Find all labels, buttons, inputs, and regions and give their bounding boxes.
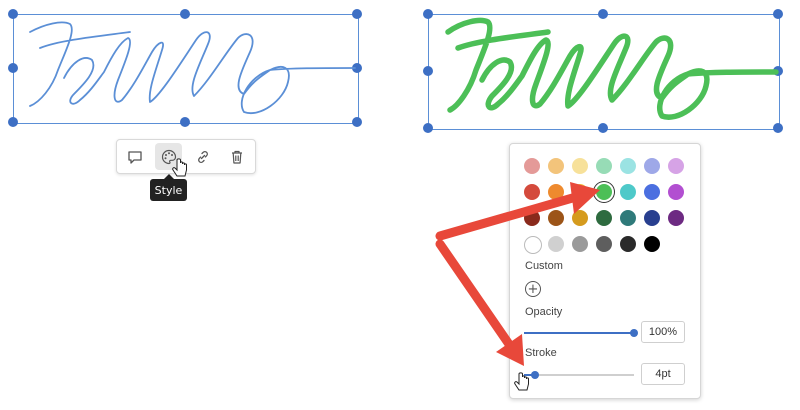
color-swatch[interactable] (596, 236, 612, 252)
color-swatch[interactable] (620, 184, 636, 200)
color-swatch[interactable] (620, 236, 636, 252)
trash-icon (231, 150, 242, 164)
style-panel: Custom + Opacity 100% Stroke 4pt (509, 143, 701, 399)
link-icon (197, 150, 208, 163)
color-swatch[interactable] (572, 210, 588, 226)
stroke-value[interactable]: 4pt (641, 363, 685, 385)
color-swatch[interactable] (548, 184, 564, 200)
style-tooltip: Style (150, 174, 187, 201)
plus-icon: + (527, 281, 539, 297)
stroke-slider[interactable] (524, 371, 634, 379)
color-swatch[interactable] (548, 158, 564, 174)
stroke-label: Stroke (525, 347, 557, 359)
link-button[interactable] (189, 143, 216, 170)
opacity-label: Opacity (525, 306, 563, 318)
color-swatch[interactable] (572, 184, 588, 200)
color-swatch[interactable] (596, 210, 612, 226)
color-swatch[interactable] (524, 184, 540, 200)
color-swatch[interactable] (596, 158, 612, 174)
color-swatch[interactable] (668, 184, 684, 200)
color-swatch[interactable] (572, 236, 588, 252)
color-swatch[interactable] (524, 210, 540, 226)
color-swatch[interactable] (620, 210, 636, 226)
color-swatch[interactable] (572, 158, 588, 174)
add-custom-color-button[interactable]: + (525, 281, 541, 297)
comment-icon (127, 150, 142, 164)
color-swatch[interactable] (644, 210, 660, 226)
color-swatch[interactable] (644, 236, 660, 252)
whiteboard-canvas[interactable]: Style Custom + Opacity 100% Stroke 4pt (0, 0, 800, 410)
color-swatch[interactable] (524, 236, 542, 254)
opacity-slider-handle[interactable] (630, 329, 638, 337)
custom-label: Custom (525, 260, 563, 272)
color-swatch[interactable] (524, 158, 540, 174)
color-swatch[interactable] (548, 210, 564, 226)
style-button[interactable] (155, 143, 182, 170)
opacity-value[interactable]: 100% (641, 321, 685, 343)
palette-icon (161, 149, 176, 164)
stroke-slider-handle[interactable] (531, 371, 539, 379)
color-swatch-selected[interactable] (596, 184, 612, 200)
selection-toolbar (116, 139, 256, 174)
delete-button[interactable] (223, 143, 250, 170)
opacity-slider[interactable] (524, 329, 638, 337)
color-swatch[interactable] (620, 158, 636, 174)
color-swatch[interactable] (548, 236, 564, 252)
comment-button[interactable] (121, 143, 148, 170)
color-swatch[interactable] (644, 184, 660, 200)
color-swatch[interactable] (668, 210, 684, 226)
opacity-slider-fill (524, 332, 634, 334)
color-swatch[interactable] (644, 158, 660, 174)
color-swatch[interactable] (668, 158, 684, 174)
